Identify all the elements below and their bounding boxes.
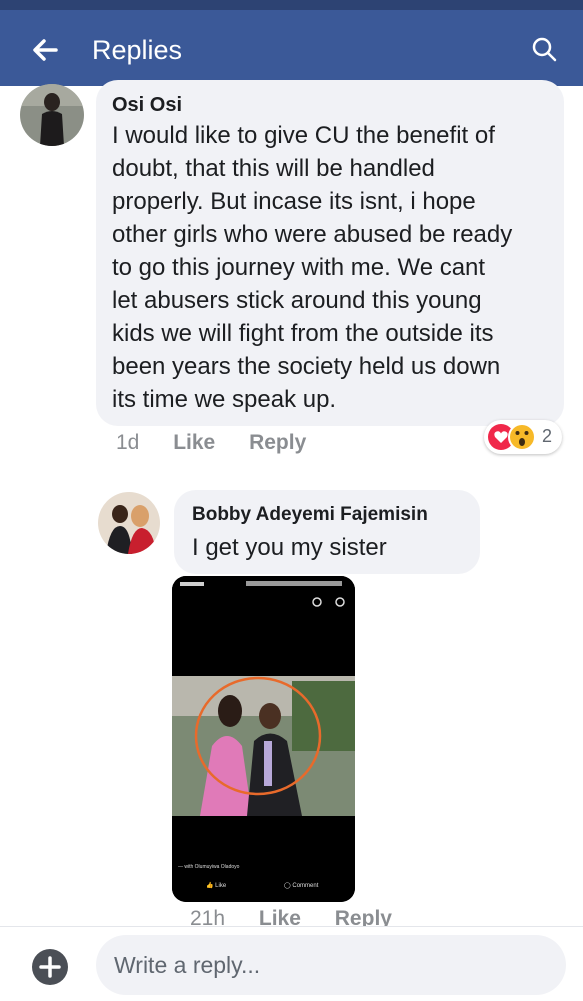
comment-line: let abusers stick around this young [112,287,482,314]
photo-like-label: Like [215,883,227,889]
comment-line: other girls who were abused be ready [112,221,513,248]
comment-text: I get you my sister [192,534,387,561]
photo-caption: — with Olumuyiwa Oladoyo [178,864,240,870]
comment-text: I would like to give CU the benefit of d… [112,119,512,416]
avatar[interactable] [20,84,84,146]
add-attachment-button[interactable] [32,949,68,985]
photo-comment-button: ◯ Comment [284,882,318,889]
comment-meta: 1d Like Reply [116,431,306,455]
status-bar [0,0,583,10]
reply-link[interactable]: Reply [249,431,306,454]
photo-content [172,576,355,902]
search-icon[interactable] [525,30,565,70]
app-header: Replies [0,0,583,86]
avatar[interactable] [98,492,160,554]
page-title: Replies [92,35,183,65]
comment-line: to go this journey with me. We cant [112,254,486,281]
thumb-up-icon: 👍 [206,883,214,889]
reaction-count: 2 [542,426,553,446]
comment-line: been years the society held us down [112,353,501,380]
comment-time: 1d [116,431,140,454]
comment-line: doubt, that this will be handled [112,155,435,182]
comment-author[interactable]: Bobby Adeyemi Fajemisin [192,504,428,526]
speech-bubble-icon: ◯ [284,883,291,889]
reply-input[interactable] [96,935,566,995]
reaction-summary[interactable]: 2 [484,420,562,454]
comment-line: its time we speak up. [112,386,337,413]
photo-comment-label: Comment [292,883,319,889]
back-arrow-icon[interactable] [26,30,66,70]
comment-line: properly. But incase its isnt, i hope [112,188,476,215]
plus-icon [39,956,61,978]
wow-icon [508,423,536,451]
comment-author[interactable]: Osi Osi [112,94,182,117]
comment-line: I would like to give CU the benefit of [112,122,495,149]
photo-like-button: 👍 Like [206,882,226,889]
reply-composer [0,926,583,1001]
comment-photo[interactable]: — with Olumuyiwa Oladoyo 👍 Like ◯ Commen… [172,576,355,902]
comment-line: kids we will fight from the outside its [112,320,494,347]
like-link[interactable]: Like [173,431,215,454]
